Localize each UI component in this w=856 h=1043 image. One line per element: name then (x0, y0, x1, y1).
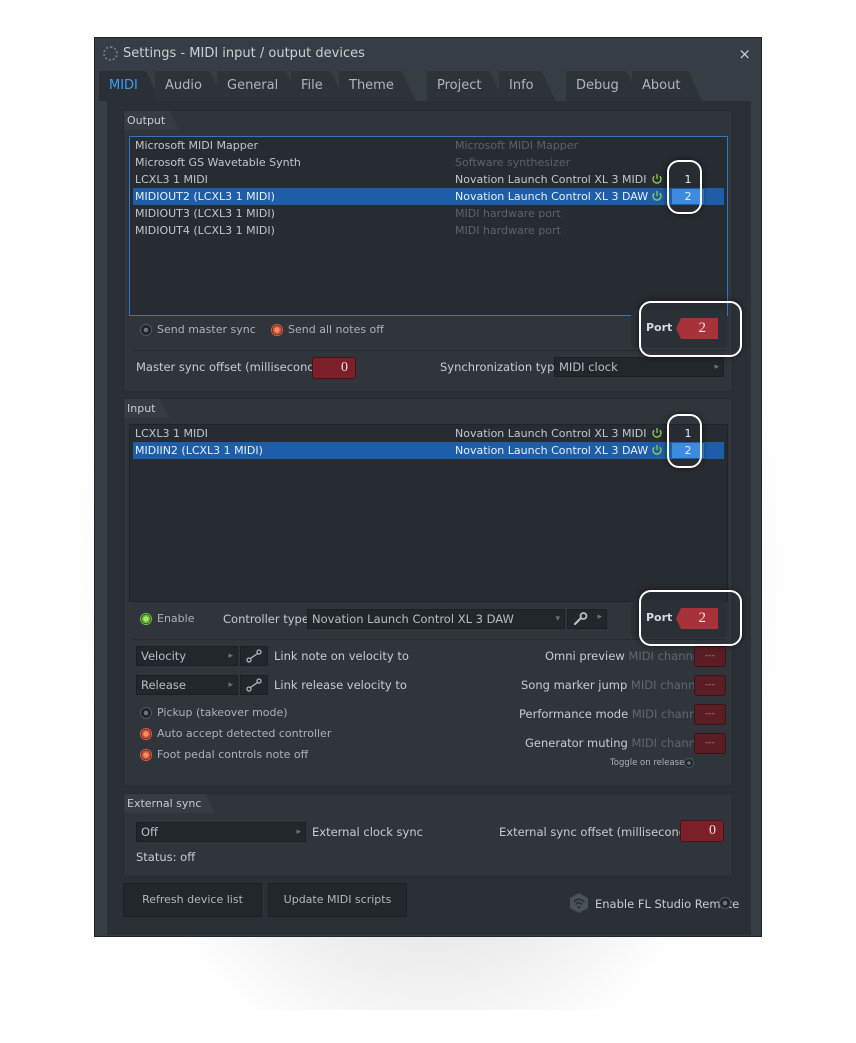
input-port-control-callout (639, 590, 742, 646)
tab-audio[interactable]: Audio (155, 71, 224, 101)
tab-theme[interactable]: Theme (339, 71, 416, 101)
enable-radio[interactable] (140, 613, 152, 625)
close-button[interactable]: × (738, 45, 751, 63)
toggle-on-release-radio[interactable] (684, 758, 694, 768)
song-marker-channel[interactable]: --- (694, 675, 726, 696)
output-row[interactable]: MIDIOUT4 (LCXL3 1 MIDI) MIDI hardware po… (133, 222, 724, 239)
output-row[interactable]: Microsoft GS Wavetable Synth Software sy… (133, 154, 724, 171)
chevron-right-icon: ▸ (714, 362, 719, 372)
divider (132, 639, 726, 640)
send-master-sync-radio[interactable] (140, 324, 152, 336)
send-all-notes-off-radio[interactable] (271, 324, 283, 336)
external-sync-group: External sync Off ▸ External clock sync … (123, 793, 733, 877)
foot-pedal-label: Foot pedal controls note off (157, 748, 309, 761)
release-dropdown[interactable]: Release ▸ (136, 675, 238, 695)
output-row[interactable]: Microsoft MIDI Mapper Microsoft MIDI Map… (133, 137, 724, 154)
foot-pedal-radio[interactable] (140, 749, 152, 761)
toggle-on-release-label: Toggle on release (610, 758, 685, 768)
chevron-right-icon: ▸ (228, 651, 233, 661)
tab-general[interactable]: General (217, 71, 300, 101)
output-row[interactable]: MIDIOUT3 (LCXL3 1 MIDI) MIDI hardware po… (133, 205, 724, 222)
fl-remote-icon (570, 893, 588, 913)
external-clock-label: External clock sync (312, 825, 423, 839)
generator-muting-label: Generator muting MIDI channel (525, 736, 707, 750)
pickup-radio[interactable] (140, 707, 152, 719)
output-row-selected[interactable]: MIDIOUT2 (LCXL3 1 MIDI) Novation Launch … (133, 188, 724, 205)
sync-type-label: Synchronization type (440, 360, 562, 374)
external-sync-offset-value[interactable]: 0 (680, 820, 724, 842)
input-row[interactable]: LCXL3 1 MIDI Novation Launch Control XL … (133, 425, 724, 442)
enable-remote-radio[interactable] (719, 897, 731, 909)
external-clock-dropdown[interactable]: Off ▸ (136, 822, 306, 842)
auto-accept-radio[interactable] (140, 728, 152, 740)
chevron-down-icon: ▾ (555, 614, 560, 624)
velocity-dropdown[interactable]: Velocity ▸ (136, 646, 238, 666)
power-icon[interactable] (651, 444, 663, 456)
input-group: Input LCXL3 1 MIDI Novation Launch Contr… (123, 398, 733, 787)
power-icon[interactable] (651, 427, 663, 439)
enable-remote-label: Enable FL Studio Remote (595, 897, 740, 911)
output-device-list[interactable]: Microsoft MIDI Mapper Microsoft MIDI Map… (129, 136, 728, 316)
title-bar[interactable]: Settings - MIDI input / output devices × (95, 38, 761, 70)
output-row[interactable]: LCXL3 1 MIDI Novation Launch Control XL … (133, 171, 724, 188)
pickup-label: Pickup (takeover mode) (157, 706, 288, 719)
tab-about[interactable]: About (632, 71, 702, 101)
output-label: Output (124, 111, 179, 130)
external-sync-offset-label: External sync offset (milliseconds) (499, 825, 697, 839)
midi-panel: Output Microsoft MIDI Mapper Microsoft M… (107, 101, 751, 935)
tab-info[interactable]: Info (499, 71, 556, 101)
wrench-icon (573, 612, 588, 626)
performance-mode-channel[interactable]: --- (694, 704, 726, 725)
external-sync-label: External sync (124, 794, 215, 813)
input-label: Input (124, 399, 169, 418)
tab-project[interactable]: Project (427, 71, 503, 101)
enable-label: Enable (157, 612, 195, 625)
link-release-label: Link release velocity to (274, 678, 407, 692)
power-icon[interactable] (651, 173, 663, 185)
auto-accept-label: Auto accept detected controller (157, 727, 332, 740)
controller-type-dropdown[interactable]: Novation Launch Control XL 3 DAW ▾ (307, 609, 565, 629)
power-icon[interactable] (651, 190, 663, 202)
input-port-callout (667, 414, 702, 468)
input-device-list[interactable]: LCXL3 1 MIDI Novation Launch Control XL … (129, 424, 728, 602)
output-port-callout (667, 160, 702, 214)
tab-file[interactable]: File (291, 71, 345, 101)
master-sync-offset-value[interactable]: 0 (312, 357, 356, 379)
omni-preview-channel[interactable]: --- (694, 646, 726, 667)
omni-preview-label: Omni preview MIDI channel (545, 649, 704, 663)
chevron-right-icon: ▸ (597, 612, 602, 622)
send-all-notes-off-label: Send all notes off (288, 323, 384, 336)
tab-debug[interactable]: Debug (566, 71, 641, 101)
chevron-right-icon: ▸ (296, 827, 301, 837)
refresh-device-list-button[interactable]: Refresh device list (123, 883, 262, 917)
divider (132, 350, 726, 351)
window-title: Settings - MIDI input / output devices (123, 46, 365, 61)
link-release-button[interactable] (240, 675, 268, 695)
sync-type-dropdown[interactable]: MIDI clock ▸ (554, 357, 724, 377)
generator-muting-channel[interactable]: --- (694, 733, 726, 754)
controller-settings-button[interactable]: ▸ (567, 609, 607, 629)
tab-bar: MIDI Audio General File Theme Project In… (99, 71, 759, 101)
controller-type-label: Controller type (223, 612, 309, 626)
fl-logo-icon (103, 46, 118, 61)
input-row-selected[interactable]: MIDIIN2 (LCXL3 1 MIDI) Novation Launch C… (133, 442, 724, 459)
master-sync-offset-label: Master sync offset (milliseconds) (136, 360, 326, 374)
song-marker-label: Song marker jump MIDI channel (521, 678, 706, 692)
update-midi-scripts-button[interactable]: Update MIDI scripts (268, 883, 407, 917)
status-text: Status: off (136, 850, 196, 864)
settings-window: Settings - MIDI input / output devices ×… (94, 37, 762, 937)
link-icon (246, 678, 262, 692)
link-note-label: Link note on velocity to (274, 649, 409, 663)
tab-midi[interactable]: MIDI (99, 71, 160, 101)
performance-mode-label: Performance mode MIDI channel (519, 707, 707, 721)
output-port-control-callout (639, 301, 742, 357)
link-icon (246, 649, 262, 663)
chevron-right-icon: ▸ (228, 680, 233, 690)
link-velocity-button[interactable] (240, 646, 268, 666)
send-master-sync-label: Send master sync (157, 323, 256, 336)
